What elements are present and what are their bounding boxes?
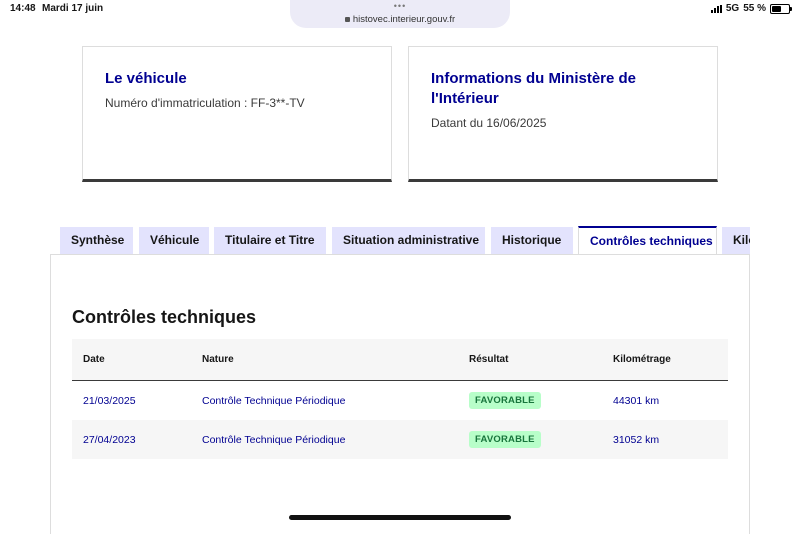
lock-icon [344,16,350,22]
ministry-card: Informations du Ministère de l'Intérieur… [408,46,718,182]
registration-number: Numéro d'immatriculation : FF-3**-TV [105,96,305,110]
tab-situation-administrative[interactable]: Situation administrative [332,227,485,254]
browser-menu-dots[interactable]: ••• [290,1,510,11]
table-row: 21/03/2025 Contrôle Technique Périodique… [72,381,728,420]
network-label: 5G [725,3,740,14]
inspection-result-cell: FAVORABLE [469,420,541,459]
vehicle-card: Le véhicule Numéro d'immatriculation : F… [82,46,392,182]
inspections-table: Date Nature Résultat Kilométrage 21/03/2… [72,339,728,459]
status-badge: FAVORABLE [469,392,541,409]
url-text: histovec.interieur.gouv.fr [352,14,456,25]
tab-vehicule[interactable]: Véhicule [139,227,209,254]
inspection-nature: Contrôle Technique Périodique [202,394,346,407]
section-title: Contrôles techniques [72,307,257,327]
inspection-date: 21/03/2025 [83,394,136,407]
status-badge: FAVORABLE [469,431,541,448]
address-bar[interactable]: ••• histovec.interieur.gouv.fr [290,0,510,28]
status-date: Mardi 17 juin [42,3,104,14]
tab-controles-techniques[interactable]: Contrôles techniques [578,226,717,254]
battery-fill [772,5,781,12]
tab-synthese[interactable]: Synthèse [60,227,133,254]
data-date: Datant du 16/06/2025 [431,116,547,130]
tab-kilometrage[interactable]: Kilométrage [722,227,750,254]
inspection-result-cell: FAVORABLE [469,381,541,420]
inspection-mileage: 31052 km [613,433,660,446]
column-header-nature: Nature [202,354,234,365]
battery-icon [770,3,792,14]
column-header-result: Résultat [469,354,509,365]
url-display[interactable]: histovec.interieur.gouv.fr [290,14,510,25]
column-header-mileage: Kilométrage [613,354,671,365]
tab-titulaire[interactable]: Titulaire et Titre [214,227,326,254]
status-time: 14:48 [10,3,36,14]
table-row: 27/04/2023 Contrôle Technique Périodique… [72,420,728,459]
column-header-date: Date [83,354,105,365]
inspection-mileage: 44301 km [613,394,660,407]
home-indicator[interactable] [289,515,511,520]
signal-icon [710,4,722,13]
battery-tip [790,6,792,11]
ministry-card-title: Informations du Ministère de l'Intérieur [431,70,637,107]
tab-historique[interactable]: Historique [491,227,573,254]
table-header: Date Nature Résultat Kilométrage [72,339,728,381]
tab-bar: Synthèse Véhicule Titulaire et Titre Sit… [60,226,750,254]
battery-label: 55 % [743,3,766,14]
status-indicators: 5G 55 % [710,3,792,14]
inspection-date: 27/04/2023 [83,433,136,446]
vehicle-card-title: Le véhicule [105,70,187,87]
status-bar: 14:48 Mardi 17 juin ••• histovec.interie… [0,0,800,28]
inspection-nature: Contrôle Technique Périodique [202,433,346,446]
